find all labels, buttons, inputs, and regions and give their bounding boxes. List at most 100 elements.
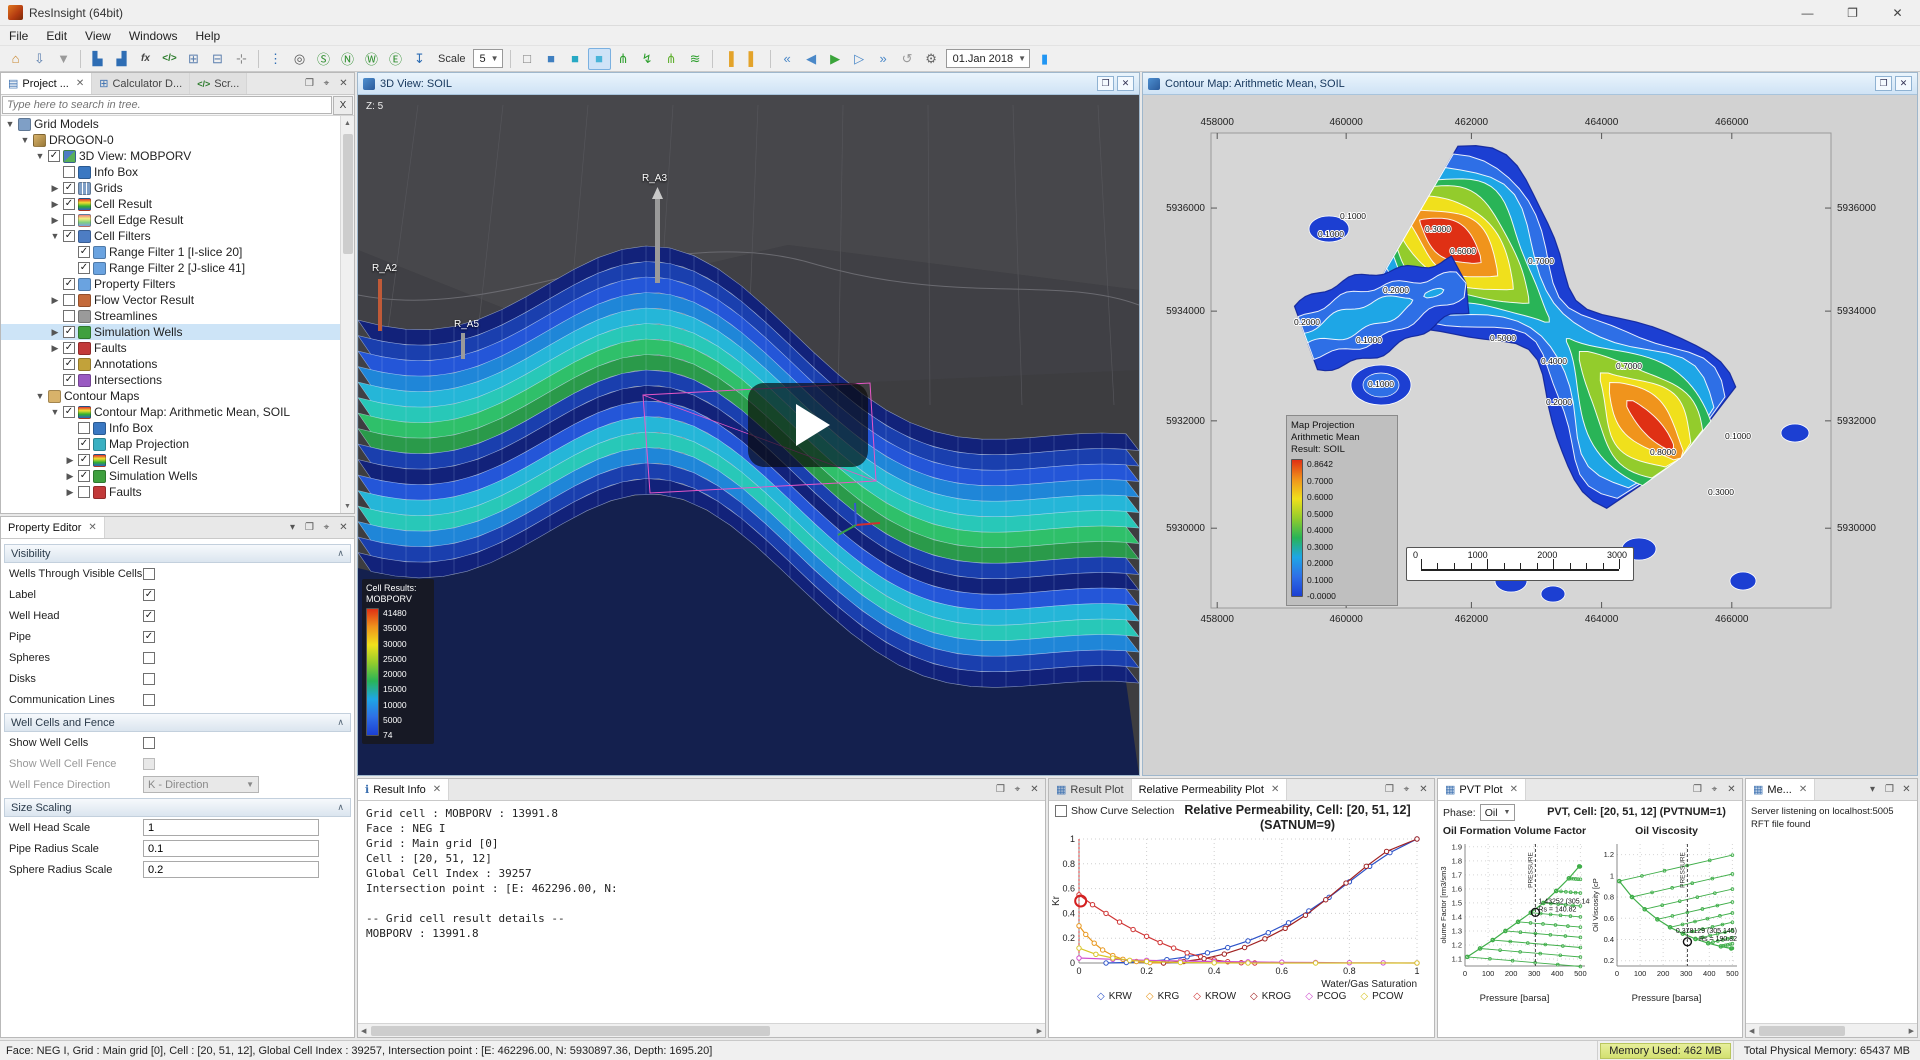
- scale-dropdown[interactable]: 5▼: [473, 49, 503, 68]
- legend-item-krog[interactable]: ◇KROG: [1250, 991, 1291, 1002]
- pipe-checkbox[interactable]: ✓: [143, 631, 155, 643]
- disks-checkbox[interactable]: [143, 673, 155, 685]
- close-panel-icon[interactable]: ✕: [1415, 782, 1432, 798]
- pin-panel-icon[interactable]: ⌖: [1009, 782, 1026, 798]
- show-curve-selection-checkbox[interactable]: [1055, 805, 1067, 817]
- scroll-left-icon[interactable]: ◀: [358, 1027, 369, 1035]
- tree-checkbox[interactable]: ✓: [63, 342, 75, 354]
- tree-checkbox[interactable]: ✓: [78, 246, 90, 258]
- tree-item-annotations[interactable]: ✓Annotations: [1, 356, 340, 372]
- tree-checkbox[interactable]: ✓: [78, 262, 90, 274]
- contour-restore-icon[interactable]: ❐: [1875, 76, 1892, 91]
- tab-close-icon[interactable]: ✕: [88, 522, 96, 533]
- show-left-panel-icon[interactable]: ▐: [718, 48, 741, 70]
- legend-item-krw[interactable]: ◇KRW: [1097, 991, 1132, 1002]
- dock-layout-icon[interactable]: ⊞: [182, 48, 205, 70]
- animation-settings-icon[interactable]: ⚙: [920, 48, 943, 70]
- float-panel-icon[interactable]: ❐: [301, 76, 318, 92]
- tree-item-cell-result[interactable]: ▶✓Cell Result: [1, 196, 340, 212]
- communication-lines-checkbox[interactable]: [143, 694, 155, 706]
- tab-calculator-d[interactable]: ⊞Calculator D...: [92, 73, 190, 94]
- contour-close-icon[interactable]: ✕: [1895, 76, 1912, 91]
- view-east-icon[interactable]: Ⓔ: [384, 48, 407, 70]
- tree-checkbox[interactable]: ✓: [78, 454, 90, 466]
- section-header-well-cells-and-fence[interactable]: Well Cells and Fence∧: [4, 713, 351, 732]
- scroll-right-icon[interactable]: ▶: [1034, 1027, 1045, 1035]
- panel-menu-icon[interactable]: ▾: [1864, 782, 1881, 798]
- label-checkbox[interactable]: ✓: [143, 589, 155, 601]
- tree-checkbox[interactable]: ✓: [63, 358, 75, 370]
- tree-item-drogon-0[interactable]: ▼DROGON-0: [1, 132, 340, 148]
- pipe-radius-scale-field[interactable]: [143, 840, 319, 857]
- grid-box-icon[interactable]: □: [516, 48, 539, 70]
- tree-checkbox[interactable]: ✓: [63, 198, 75, 210]
- tree-checkbox[interactable]: ✓: [63, 406, 75, 418]
- pin-panel-icon[interactable]: ⌖: [1398, 782, 1415, 798]
- tab-result-info[interactable]: ℹResult Info✕: [358, 779, 449, 800]
- view3d-viewport[interactable]: Z: 5 R_A2R_A5R_A3 Cell Results:MOBPORV 4…: [358, 95, 1139, 775]
- scrollbar-thumb[interactable]: [343, 134, 353, 254]
- tree-item-simulation-wells[interactable]: ▶✓Simulation Wells: [1, 324, 340, 340]
- tree-item-intersections[interactable]: ✓Intersections: [1, 372, 340, 388]
- tree-checkbox[interactable]: ✓: [78, 438, 90, 450]
- tree-checkbox[interactable]: [63, 310, 75, 322]
- tree-expand-icon[interactable]: ▶: [50, 295, 60, 306]
- video-play-button[interactable]: [748, 383, 868, 467]
- tree-item-flow-vector-result[interactable]: ▶Flow Vector Result: [1, 292, 340, 308]
- tree-expand-icon[interactable]: ▼: [50, 407, 60, 417]
- range-slice-icon[interactable]: ⋮: [264, 48, 287, 70]
- tree-checkbox[interactable]: ✓: [48, 150, 60, 162]
- tree-expand-icon[interactable]: ▶: [65, 487, 75, 498]
- view-south-icon[interactable]: Ⓢ: [312, 48, 335, 70]
- scroll-left-icon[interactable]: ◀: [1746, 1027, 1757, 1035]
- close-panel-icon[interactable]: ✕: [335, 520, 352, 536]
- wells-intersection-icon[interactable]: ⋔: [612, 48, 635, 70]
- tree-expand-icon[interactable]: ▶: [50, 215, 60, 226]
- float-panel-icon[interactable]: ❐: [301, 520, 318, 536]
- view3d-close-icon[interactable]: ✕: [1117, 76, 1134, 91]
- animation-play-icon[interactable]: ▶: [824, 48, 847, 70]
- pin-view-icon[interactable]: ⊹: [230, 48, 253, 70]
- tab-relative-permeability-plot[interactable]: Relative Permeability Plot✕: [1132, 779, 1288, 800]
- snapshot-icon[interactable]: ↧: [408, 48, 431, 70]
- tree-expand-icon[interactable]: ▶: [50, 199, 60, 210]
- tree-item-grid-models[interactable]: ▼Grid Models: [1, 116, 340, 132]
- well-head-checkbox[interactable]: ✓: [143, 610, 155, 622]
- tab-close-icon[interactable]: ✕: [1799, 784, 1807, 795]
- tree-scrollbar[interactable]: ▲ ▼: [340, 116, 354, 513]
- pin-panel-icon[interactable]: ⌖: [318, 520, 335, 536]
- tree-item-cell-result[interactable]: ▶✓Cell Result: [1, 452, 340, 468]
- scroll-up-icon[interactable]: ▲: [344, 116, 351, 130]
- pin-panel-icon[interactable]: ⌖: [318, 76, 335, 92]
- result-info-hscrollbar[interactable]: ◀ ▶: [358, 1023, 1045, 1037]
- animation-fast-forward-icon[interactable]: »: [872, 48, 895, 70]
- collapse-section-icon[interactable]: ∧: [337, 548, 344, 559]
- tree-expand-icon[interactable]: ▶: [50, 327, 60, 338]
- tree-checkbox[interactable]: ✓: [63, 230, 75, 242]
- tree-item-faults[interactable]: ▶✓Faults: [1, 340, 340, 356]
- tree-expand-icon[interactable]: ▼: [35, 151, 45, 161]
- tree-expand-icon[interactable]: ▼: [5, 119, 15, 129]
- spheres-checkbox[interactable]: [143, 652, 155, 664]
- well-fracture-icon[interactable]: ⋔: [660, 48, 683, 70]
- well-measurement-icon[interactable]: ≋: [684, 48, 707, 70]
- messages-hscrollbar[interactable]: ◀ ▶: [1746, 1023, 1917, 1037]
- close-panel-icon[interactable]: ✕: [1723, 782, 1740, 798]
- tree-checkbox[interactable]: ✓: [63, 182, 75, 194]
- animation-step-forward-icon[interactable]: ▷: [848, 48, 871, 70]
- calculator-icon[interactable]: fx: [134, 48, 157, 70]
- view-west-icon[interactable]: Ⓦ: [360, 48, 383, 70]
- cube-faults-icon[interactable]: ■: [588, 48, 611, 70]
- zoom-all-icon[interactable]: ◎: [288, 48, 311, 70]
- section-header-visibility[interactable]: Visibility∧: [4, 544, 351, 563]
- scrollbar-thumb[interactable]: [371, 1026, 769, 1036]
- tree-item-range-filter-1-i-slice-20[interactable]: ✓Range Filter 1 [I-slice 20]: [1, 244, 340, 260]
- tree-expand-icon[interactable]: ▶: [65, 471, 75, 482]
- tree-item-contour-map-arithmetic-mean-soil[interactable]: ▼✓Contour Map: Arithmetic Mean, SOIL: [1, 404, 340, 420]
- tree-item-cell-filters[interactable]: ▼✓Cell Filters: [1, 228, 340, 244]
- minimize-button[interactable]: —: [1785, 0, 1830, 25]
- tab-project[interactable]: ▤Project ...✕: [1, 73, 92, 94]
- close-panel-icon[interactable]: ✕: [1026, 782, 1043, 798]
- tree-checkbox[interactable]: [78, 422, 90, 434]
- show-well-cells-checkbox[interactable]: [143, 737, 155, 749]
